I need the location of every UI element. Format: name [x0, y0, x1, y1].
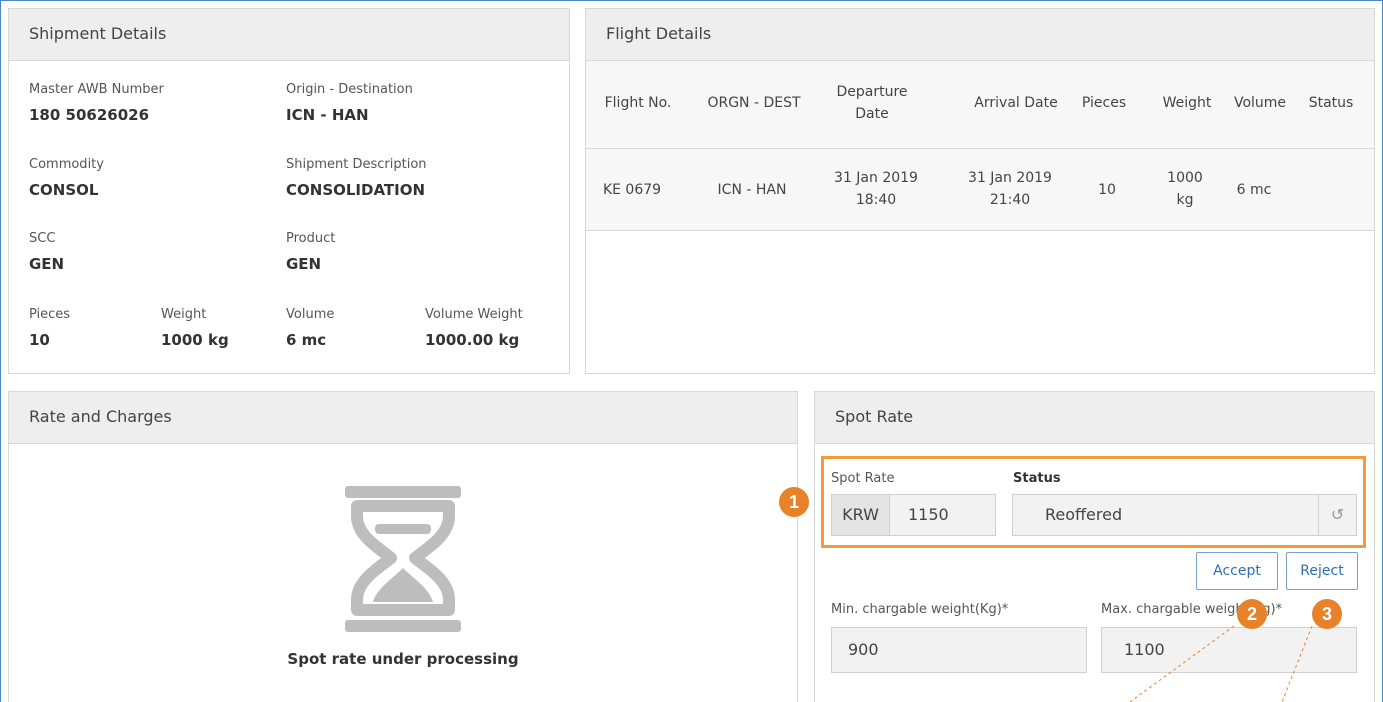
- leader-line-2: [1129, 625, 1235, 702]
- annotation-leader-lines: [1129, 625, 1313, 702]
- leader-line-3: [1281, 625, 1313, 702]
